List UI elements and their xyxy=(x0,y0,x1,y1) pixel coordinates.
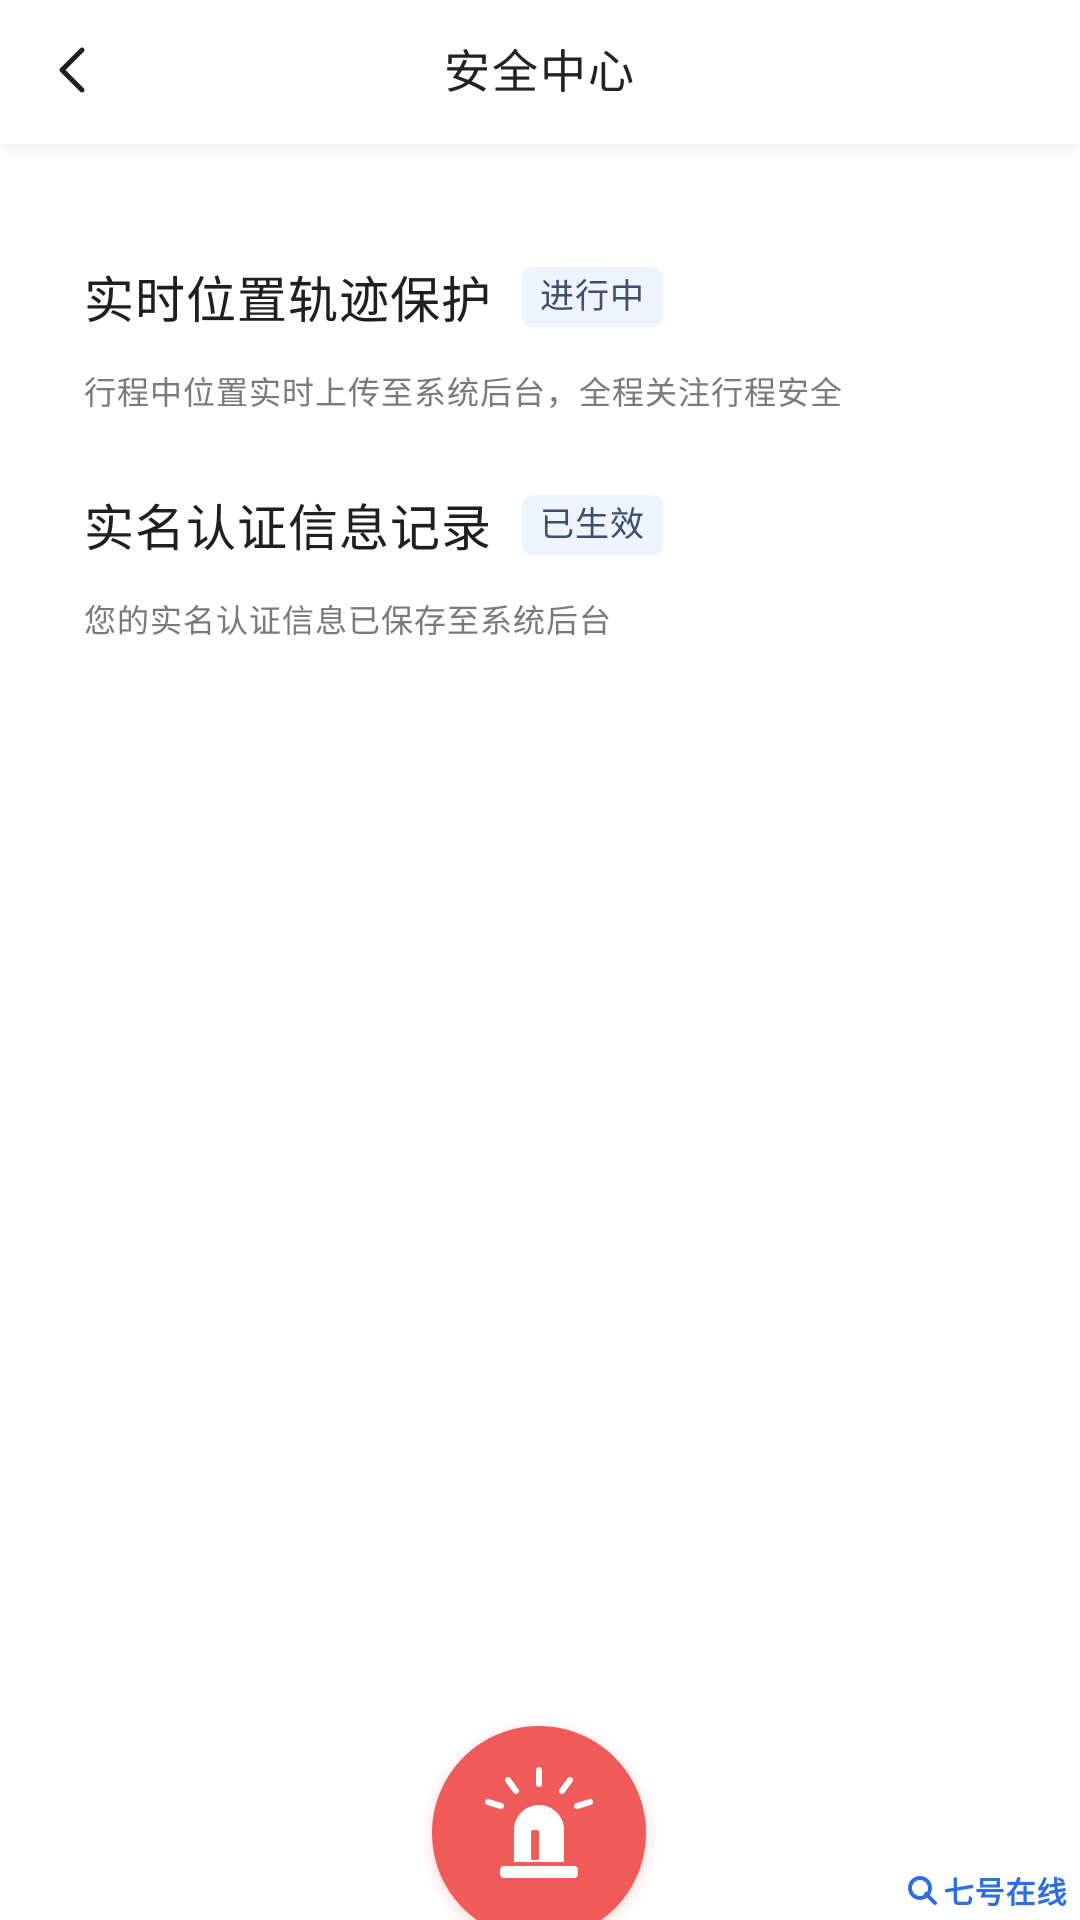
feature-item-header: 实名认证信息记录 已生效 xyxy=(84,490,1004,560)
page-title: 安全中心 xyxy=(444,45,636,99)
feature-item-header: 实时位置轨迹保护 进行中 xyxy=(84,262,1004,332)
watermark: 七号在线 xyxy=(906,1868,1068,1912)
alarm-light-icon xyxy=(485,1767,593,1878)
safety-center-page: 安全中心 实时位置轨迹保护 进行中 行程中位置实时上传至系统后台，全程关注行程安… xyxy=(0,0,1080,1920)
search-q-icon xyxy=(908,1876,937,1905)
feature-item-title: 实名认证信息记录 xyxy=(84,500,492,558)
feature-item-title: 实时位置轨迹保护 xyxy=(84,272,492,330)
status-badge: 已生效 xyxy=(522,495,663,555)
feature-item-location-protection: 实时位置轨迹保护 进行中 行程中位置实时上传至系统后台，全程关注行程安全 xyxy=(84,262,1004,414)
feature-item-description: 行程中位置实时上传至系统后台，全程关注行程安全 xyxy=(84,374,844,412)
emergency-alarm-button[interactable] xyxy=(432,1726,646,1920)
feature-item-realname-record: 实名认证信息记录 已生效 您的实名认证信息已保存至系统后台 xyxy=(84,490,1004,642)
feature-item-description: 您的实名认证信息已保存至系统后台 xyxy=(84,602,613,640)
watermark-text: 七号在线 xyxy=(944,1876,1068,1911)
status-badge: 进行中 xyxy=(522,267,663,327)
top-nav-bar: 安全中心 xyxy=(0,0,1080,144)
